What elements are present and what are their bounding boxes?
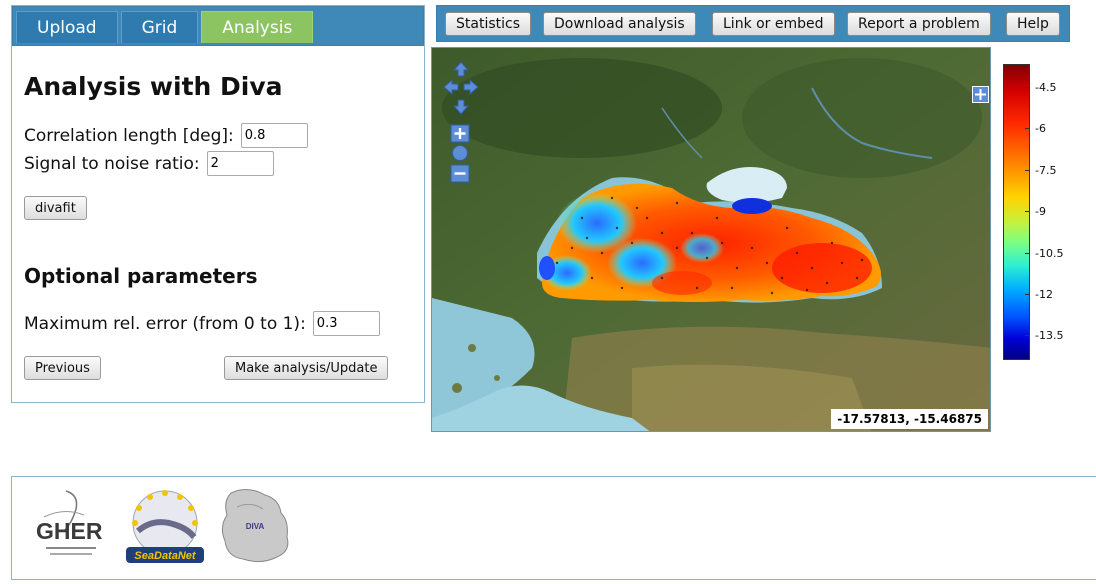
correlation-label: Correlation length [deg]: xyxy=(24,125,234,146)
help-button[interactable]: Help xyxy=(1006,12,1060,36)
colorbar-tick: -7.5 xyxy=(1024,164,1056,177)
max-error-row: Maximum rel. error (from 0 to 1): xyxy=(24,311,380,336)
colorbar xyxy=(1003,64,1030,360)
mouse-coordinates: -17.57813, -15.46875 xyxy=(831,409,988,429)
tab-bar: Upload Grid Analysis xyxy=(12,6,424,46)
make-analysis-button[interactable]: Make analysis/Update xyxy=(224,356,389,380)
colorbar-tick: -10.5 xyxy=(1024,247,1063,260)
tab-grid[interactable]: Grid xyxy=(120,11,199,43)
diva-logo: DIVA xyxy=(221,489,289,563)
analysis-panel: Upload Grid Analysis Analysis with Diva … xyxy=(11,5,425,403)
divafit-button[interactable]: divafit xyxy=(24,196,87,220)
max-error-input[interactable] xyxy=(312,311,380,336)
pan-control-icon[interactable] xyxy=(442,60,480,118)
previous-button[interactable]: Previous xyxy=(24,356,101,380)
gher-logo-text: GHER xyxy=(36,518,103,544)
statistics-button[interactable]: Statistics xyxy=(445,12,531,36)
layer-switcher-icon[interactable] xyxy=(972,86,989,103)
colorbar-tick: -12 xyxy=(1025,288,1053,301)
snr-row: Signal to noise ratio: xyxy=(24,151,274,176)
signal-to-noise-input[interactable] xyxy=(206,151,274,176)
seadatanet-logo-text: SeaDataNet xyxy=(134,550,196,562)
gher-logo: GHER xyxy=(36,490,103,555)
colorbar-tick: -4.5 xyxy=(1024,81,1056,94)
map-toolbar: Statistics Download analysis Link or emb… xyxy=(436,5,1070,42)
colorbar-tick: -9 xyxy=(1025,205,1046,218)
map-view[interactable]: -17.57813, -15.46875 xyxy=(431,47,991,432)
download-analysis-button[interactable]: Download analysis xyxy=(543,12,696,36)
colorbar-tick: -13.5 xyxy=(1024,329,1063,342)
diva-logo-text: DIVA xyxy=(246,522,265,531)
footer: GHER SeaDataNet DIVA xyxy=(11,476,1096,580)
max-error-label: Maximum rel. error (from 0 to 1): xyxy=(24,313,306,334)
link-or-embed-button[interactable]: Link or embed xyxy=(712,12,835,36)
seadatanet-logo: SeaDataNet xyxy=(126,490,204,563)
optional-parameters-title: Optional parameters xyxy=(24,264,258,288)
zoom-control-icon[interactable] xyxy=(450,124,470,184)
report-problem-button[interactable]: Report a problem xyxy=(847,12,991,36)
page-title: Analysis with Diva xyxy=(24,72,283,101)
correlation-row: Correlation length [deg]: xyxy=(24,123,308,148)
tab-analysis[interactable]: Analysis xyxy=(201,11,314,43)
correlation-length-input[interactable] xyxy=(240,123,308,148)
snr-label: Signal to noise ratio: xyxy=(24,153,200,174)
colorbar-tick: -6 xyxy=(1025,122,1046,135)
panel-body: Analysis with Diva xyxy=(12,72,424,102)
tab-upload[interactable]: Upload xyxy=(16,11,118,43)
map-basemap xyxy=(432,48,990,431)
